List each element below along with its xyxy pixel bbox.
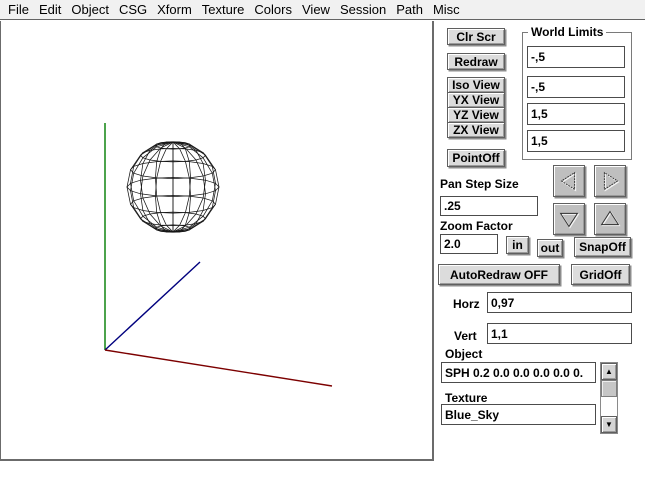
sphere-wire-line [173, 142, 219, 232]
zoom-factor-label: Zoom Factor [440, 219, 513, 233]
object-label: Object [445, 347, 482, 361]
world-limit-ymax-input[interactable] [527, 130, 625, 152]
snap-off-button[interactable]: SnapOff [574, 237, 631, 257]
menu-item-texture[interactable]: Texture [202, 2, 245, 17]
zoom-factor-input[interactable] [440, 234, 498, 254]
viewport-canvas[interactable] [0, 21, 434, 461]
pan-up-button[interactable] [594, 203, 626, 235]
texture-label: Texture [445, 391, 487, 405]
left-triangle-icon [554, 165, 584, 197]
right-triangle-icon [595, 165, 625, 197]
menu-item-edit[interactable]: Edit [39, 2, 61, 17]
iso-view-button[interactable]: Iso View [447, 77, 505, 93]
sphere-wire-line [155, 142, 173, 232]
world-limits-title: World Limits [528, 25, 606, 39]
down-triangle-icon [554, 203, 584, 235]
menu-item-csg[interactable]: CSG [119, 2, 147, 17]
z-axis [105, 262, 200, 350]
auto-redraw-button[interactable]: AutoRedraw OFF [438, 264, 560, 285]
yz-view-button[interactable]: YZ View [447, 107, 505, 123]
yx-view-button[interactable]: YX View [447, 92, 505, 108]
x-axis [105, 350, 332, 386]
scrollbar-up-icon: ▲ [605, 367, 613, 376]
sphere-wire-line [173, 142, 216, 232]
world-limit-ymin-input[interactable] [527, 76, 625, 98]
vert-input[interactable] [487, 323, 632, 344]
menu-item-session[interactable]: Session [340, 2, 386, 17]
sphere-wire-line [173, 142, 191, 232]
sphere-wire-line [173, 142, 191, 232]
pan-step-size-label: Pan Step Size [440, 177, 519, 191]
point-off-button[interactable]: PointOff [447, 149, 505, 167]
sphere-wire-line [173, 142, 216, 232]
object-input[interactable] [441, 362, 596, 383]
zoom-in-button[interactable]: in [506, 236, 529, 254]
scrollbar-down-button[interactable]: ▼ [601, 416, 617, 433]
texture-input[interactable] [441, 404, 596, 425]
menu-item-xform[interactable]: Xform [157, 2, 192, 17]
sphere-wire-line [155, 142, 173, 232]
pan-down-button[interactable] [553, 203, 585, 235]
sphere-wire-line [127, 142, 173, 232]
menu-bar: File Edit Object CSG Xform Texture Color… [0, 0, 645, 20]
clr-scr-button[interactable]: Clr Scr [447, 28, 505, 45]
horz-input[interactable] [487, 292, 632, 313]
wireframe-sphere [127, 142, 219, 232]
scene-svg [1, 21, 432, 459]
menu-item-colors[interactable]: Colors [254, 2, 292, 17]
zoom-out-button[interactable]: out [537, 239, 563, 257]
object-scrollbar[interactable]: ▲ ▼ [600, 362, 618, 434]
sphere-wire-line [131, 142, 174, 232]
pan-right-button[interactable] [594, 165, 626, 197]
scrollbar-down-icon: ▼ [605, 420, 613, 429]
pan-left-button[interactable] [553, 165, 585, 197]
sphere-wire-line [131, 142, 174, 232]
world-limit-xmin-input[interactable] [527, 46, 625, 68]
redraw-button[interactable]: Redraw [447, 53, 505, 70]
scrollbar-thumb[interactable] [601, 380, 617, 397]
menu-item-misc[interactable]: Misc [433, 2, 460, 17]
menu-item-file[interactable]: File [8, 2, 29, 17]
menu-item-view[interactable]: View [302, 2, 330, 17]
horz-label: Horz [453, 297, 480, 311]
menu-item-object[interactable]: Object [71, 2, 109, 17]
pan-step-size-input[interactable] [440, 196, 538, 216]
world-limit-xmax-input[interactable] [527, 103, 625, 125]
menu-item-path[interactable]: Path [396, 2, 423, 17]
grid-off-button[interactable]: GridOff [571, 264, 630, 285]
zx-view-button[interactable]: ZX View [447, 122, 505, 138]
vert-label: Vert [454, 329, 477, 343]
up-triangle-icon [595, 203, 625, 235]
scrollbar-up-button[interactable]: ▲ [601, 363, 617, 380]
